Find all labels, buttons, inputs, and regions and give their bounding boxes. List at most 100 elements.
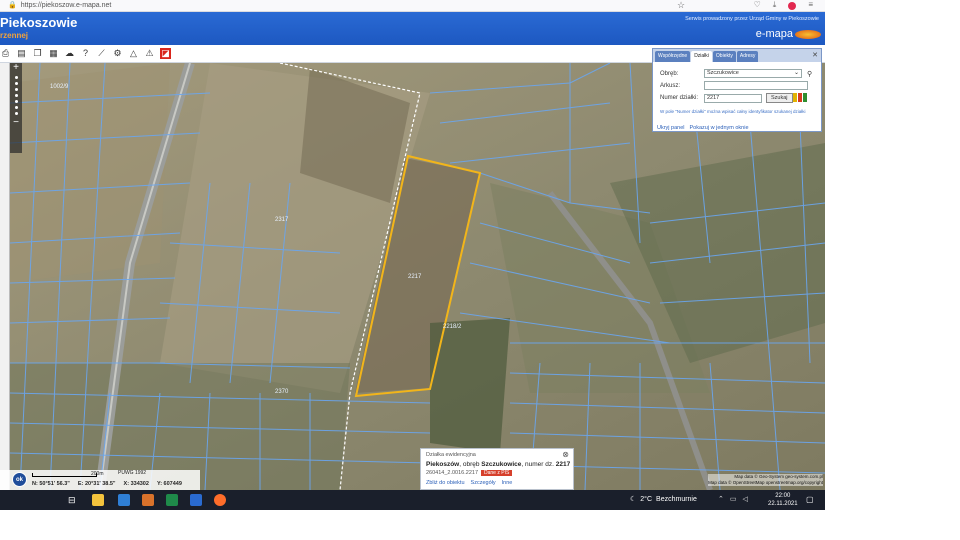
site-subtitle: rzennej: [0, 31, 29, 40]
parcel-label: 2317: [275, 217, 289, 223]
details-link[interactable]: Szczegóły: [471, 480, 496, 486]
popup-id: 260414_2.0016.2217: [426, 470, 478, 476]
lock-icon: 🔒: [8, 2, 17, 9]
search-icon[interactable]: ⚲: [807, 70, 812, 78]
report-icon[interactable]: ◪: [160, 48, 171, 59]
moon-icon: ☾: [630, 496, 637, 503]
arkusz-input[interactable]: [704, 81, 808, 90]
clock[interactable]: 22:00 22.11.2021: [768, 492, 798, 508]
chevron-down-icon: ⌄: [793, 70, 799, 76]
popup-parcel-line: Piekoszów, obręb Szczukowice, numer dz. …: [426, 461, 570, 468]
zoom-level-tick[interactable]: [14, 82, 18, 85]
download-icon[interactable]: ⤓: [773, 0, 777, 10]
account-icon[interactable]: [788, 2, 797, 10]
zoom-level-tick[interactable]: [14, 100, 18, 103]
color-bar-red: [798, 93, 802, 102]
clock-date: 22.11.2021: [768, 501, 798, 507]
save-icon[interactable]: ▤: [16, 48, 27, 59]
map-attribution: Map data © Geo-System geo-system.com.pl …: [708, 474, 823, 486]
obreb-label: Obręb:: [660, 70, 679, 77]
close-icon[interactable]: ⊗: [562, 450, 569, 459]
bookmark-star-icon[interactable]: ☆: [677, 0, 685, 11]
panel-links: Ukryj panel Pokazuj w jednym oknie: [657, 125, 749, 131]
layers-icon[interactable]: ▦: [48, 48, 59, 59]
measure-icon[interactable]: ⟋: [96, 48, 107, 59]
weather-widget[interactable]: ☾ 2°C Bezchmurnie: [630, 495, 697, 504]
color-bar-yellow: [793, 93, 797, 102]
zoom-to-object-link[interactable]: Zbliż do obiektu: [426, 480, 465, 486]
zoom-panel: + −: [10, 63, 22, 153]
popup-links: Zbliż do obiektu Szczegóły Inne: [426, 480, 512, 486]
tab-wspolrzedne[interactable]: Współrzędne: [655, 51, 691, 62]
parcel-label: 1002/9: [50, 84, 69, 90]
other-link[interactable]: Inne: [502, 480, 513, 486]
task-view-icon[interactable]: ⊟: [68, 494, 80, 506]
zoom-in-button[interactable]: +: [10, 63, 22, 73]
app-icon[interactable]: [190, 494, 202, 506]
arkusz-label: Arkusz:: [660, 82, 681, 89]
obreb-select[interactable]: Szczukowice ⌄: [704, 69, 802, 78]
outlook-icon[interactable]: [118, 494, 130, 506]
zoom-level-tick[interactable]: [14, 106, 18, 109]
pocket-icon[interactable]: ♡: [754, 0, 761, 10]
zoom-out-button[interactable]: −: [10, 118, 22, 128]
browser-bar: 🔒 https://piekoszow.e-mapa.net ☆ ♡ ⤓ ≡: [0, 0, 825, 12]
area-icon[interactable]: △: [128, 48, 139, 59]
weather-temp: 2°C: [640, 495, 653, 503]
coordinates: N: 50°51' 56.3" E: 20°31' 38.5" X: 33430…: [32, 481, 182, 487]
menu-icon[interactable]: ≡: [808, 0, 813, 10]
arkusz-row: Arkusz:: [660, 81, 808, 90]
popup-obreb: Szczukowice: [481, 461, 522, 468]
volume-icon[interactable]: ◁: [743, 495, 748, 503]
obreb-row: Obręb: Szczukowice ⌄ ⚲: [660, 69, 812, 78]
zoom-level-tick[interactable]: [14, 76, 18, 79]
folder-icon[interactable]: [142, 494, 154, 506]
brand-logo-icon: [795, 30, 821, 39]
copy-icon[interactable]: ❐: [32, 48, 43, 59]
popup-numer: 2217: [555, 461, 571, 468]
taskbar: ⊟ ☾ 2°C Bezchmurnie ⌃ ▭ ◁ 22:00 22.11.20…: [0, 490, 825, 510]
color-bar-green: [803, 93, 807, 102]
ok-button[interactable]: ok: [12, 472, 27, 487]
print-icon[interactable]: ⎙: [0, 48, 11, 59]
zoom-level-tick[interactable]: [14, 88, 18, 91]
crs-select[interactable]: PUWG 1992: [118, 470, 146, 476]
hide-panel-link[interactable]: Ukryj panel: [657, 125, 685, 131]
settings-icon[interactable]: ⚙: [112, 48, 123, 59]
notifications-icon[interactable]: ▢: [806, 495, 814, 504]
screen: 🔒 https://piekoszow.e-mapa.net ☆ ♡ ⤓ ≡ P…: [0, 0, 825, 510]
service-note: Serwis prowadzony przez Urząd Gminy w Pi…: [685, 16, 819, 22]
layer-colors[interactable]: [793, 93, 807, 102]
show-one-window-link[interactable]: Pokazuj w jednym oknie: [690, 125, 749, 131]
close-icon[interactable]: ✕: [812, 51, 818, 59]
scale-label: 200m: [91, 471, 104, 477]
brand-name: e-mapa: [755, 28, 793, 40]
scale-bar: 200m: [32, 471, 104, 477]
tab-adresy[interactable]: Adresy: [736, 51, 759, 62]
tab-dzialki[interactable]: Działki: [691, 51, 712, 62]
comment-icon[interactable]: ☁: [64, 48, 75, 59]
popup-gmina: Piekoszów: [426, 461, 460, 468]
search-tabs: Współrzędne Działki Obiekty Adresy: [653, 49, 821, 62]
network-icon[interactable]: ▭: [730, 495, 737, 503]
coord-y: Y: 607449: [156, 481, 182, 487]
zoom-level-tick[interactable]: [14, 112, 18, 115]
zoom-level-tick[interactable]: [14, 94, 18, 97]
warning-icon[interactable]: ⚠: [144, 48, 155, 59]
search-button[interactable]: Szukaj: [766, 93, 793, 103]
excel-icon[interactable]: [166, 494, 178, 506]
map-statusbar: ok 200m PUWG 1992 N: 50°51' 56.3" E: 20°…: [0, 470, 200, 490]
chevron-up-icon[interactable]: ⌃: [718, 495, 724, 503]
system-tray: ⌃ ▭ ◁: [718, 495, 748, 503]
address-bar[interactable]: 🔒 https://piekoszow.e-mapa.net: [8, 1, 111, 10]
left-gutter: [0, 63, 10, 490]
numer-label: Numer działki:: [660, 95, 699, 101]
file-explorer-icon[interactable]: [92, 494, 104, 506]
search-hint: W pole "Numer działki" można wpisać całn…: [660, 109, 806, 114]
tab-obiekty[interactable]: Obiekty: [712, 51, 736, 62]
numer-input[interactable]: 2217: [704, 93, 762, 103]
weather-desc: Bezchmurnie: [656, 495, 697, 503]
firefox-icon[interactable]: [214, 494, 226, 506]
help-icon[interactable]: ?: [80, 48, 91, 59]
popup-numer-text: , numer dz.: [521, 461, 556, 468]
